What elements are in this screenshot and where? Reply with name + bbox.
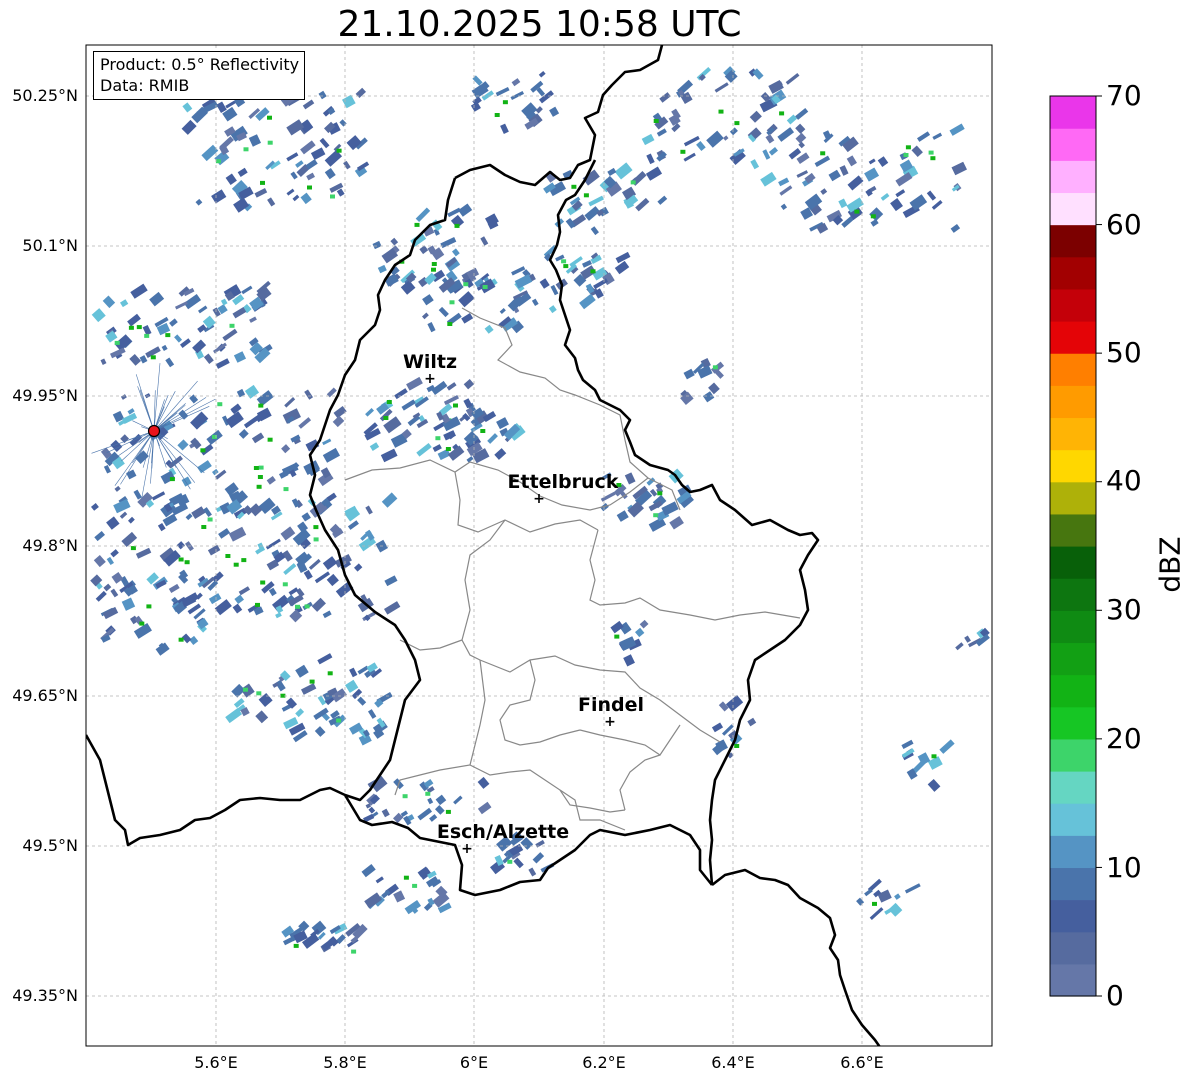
- lat-tick-label: 49.35°N: [12, 986, 78, 1005]
- lat-tick-label: 50.1°N: [22, 236, 78, 255]
- colorbar-tick-label: 50: [1106, 336, 1142, 369]
- colorbar-segment: [1050, 288, 1096, 322]
- city-marker-icon: +: [604, 714, 616, 730]
- lon-tick-label: 5.8°E: [323, 1053, 367, 1072]
- lat-tick-label: 49.8°N: [22, 536, 78, 555]
- colorbar-segment: [1050, 738, 1096, 772]
- colorbar-tick-label: 20: [1106, 722, 1142, 755]
- colorbar-tick-label: 30: [1106, 593, 1142, 626]
- lon-tick-label: 6.4°E: [711, 1053, 755, 1072]
- lat-tick-label: 49.95°N: [12, 386, 78, 405]
- colorbar-segment: [1050, 963, 1096, 997]
- lat-tick-label: 49.5°N: [22, 836, 78, 855]
- country-borders: [86, 45, 881, 1046]
- colorbar-segment: [1050, 610, 1096, 644]
- colorbar-segment: [1050, 899, 1096, 933]
- colorbar-segment: [1050, 256, 1096, 290]
- lon-tick-label: 5.6°E: [194, 1053, 238, 1072]
- colorbar-segment: [1050, 674, 1096, 708]
- colorbar-segment: [1050, 835, 1096, 869]
- colorbar-tick-label: 0: [1106, 979, 1124, 1012]
- city-label: Esch/Alzette: [437, 821, 569, 843]
- colorbar-segment: [1050, 417, 1096, 451]
- colorbar-tick-label: 70: [1106, 79, 1142, 112]
- colorbar-segment: [1050, 931, 1096, 965]
- colorbar-segment: [1050, 449, 1096, 483]
- colorbar-segment: [1050, 513, 1096, 547]
- lon-tick-label: 6.6°E: [840, 1053, 884, 1072]
- lon-tick-label: 6.2°E: [582, 1053, 626, 1072]
- colorbar-segment: [1050, 771, 1096, 804]
- colorbar-tick-label: 60: [1106, 208, 1142, 241]
- colorbar-segment: [1050, 160, 1096, 194]
- colorbar-segment: [1050, 803, 1096, 836]
- radar-map: +Wiltz+Ettelbruck+Findel+Esch/Alzette: [85, 44, 1102, 1047]
- city-marker-icon: +: [533, 491, 545, 507]
- city-marker-icon: +: [461, 841, 473, 857]
- colorbar-segment: [1050, 96, 1096, 129]
- colorbar-segment: [1050, 224, 1096, 258]
- product-label: Product: 0.5° Reflectivity: [100, 55, 300, 74]
- colorbar-segment: [1050, 321, 1096, 354]
- city-label: Wiltz: [403, 351, 457, 373]
- colorbar-segment: [1050, 578, 1096, 611]
- colorbar-segment: [1050, 385, 1096, 419]
- colorbar-segment: [1050, 128, 1096, 161]
- colorbar-unit-label: dBZ: [1153, 536, 1184, 593]
- colorbar-segment: [1050, 642, 1096, 676]
- data-source-label: Data: RMIB: [100, 76, 190, 95]
- colorbar-segment: [1050, 546, 1096, 579]
- city-label: Findel: [578, 694, 644, 716]
- colorbar-segment: [1050, 481, 1096, 515]
- colorbar-tick-label: 40: [1106, 464, 1142, 497]
- colorbar: [1049, 95, 1102, 997]
- city-marker-icon: +: [424, 371, 436, 387]
- colorbar-tick-label: 10: [1106, 851, 1142, 884]
- city-label: Ettelbruck: [508, 471, 619, 493]
- product-info-box: Product: 0.5° Reflectivity Data: RMIB: [93, 51, 306, 100]
- colorbar-segment: [1050, 867, 1096, 901]
- colorbar-segment: [1050, 353, 1096, 386]
- colorbar-segment: [1050, 706, 1096, 740]
- lat-tick-label: 49.65°N: [12, 686, 78, 705]
- colorbar-segment: [1050, 192, 1096, 226]
- radar-site-marker: [147, 424, 161, 438]
- lon-tick-label: 6°E: [459, 1053, 489, 1072]
- lat-tick-label: 50.25°N: [12, 86, 78, 105]
